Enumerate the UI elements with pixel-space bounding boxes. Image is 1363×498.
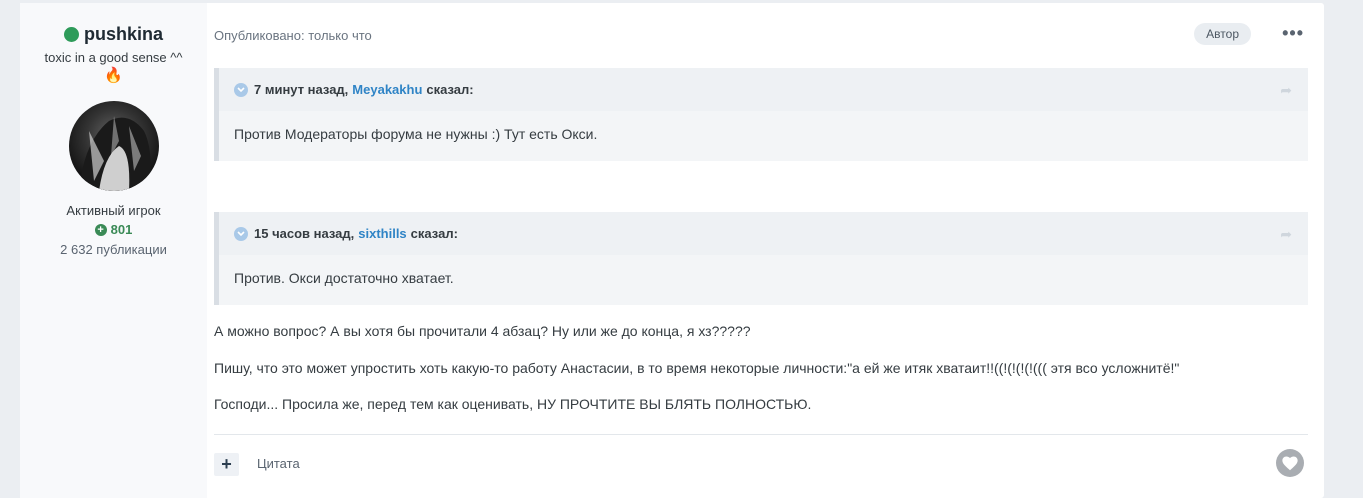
quote-text: Против. Окси достаточно хватает. bbox=[219, 255, 1308, 301]
quote-text: Против Модераторы форума не нужны :) Тут… bbox=[219, 111, 1308, 157]
author-panel: pushkina toxic in a good sense ^^ 🔥 Акти… bbox=[20, 3, 207, 498]
quote-time: 15 часов назад, bbox=[254, 226, 355, 241]
avatar[interactable] bbox=[68, 101, 159, 191]
multiquote-plus-button[interactable]: + bbox=[214, 453, 239, 476]
like-button[interactable] bbox=[1276, 449, 1304, 477]
post-count: 2 632 публикации bbox=[60, 242, 167, 257]
quote-block: 7 минут назад, Meyakakhu сказал: ➦ Проти… bbox=[214, 68, 1308, 161]
plus-circle-icon: + bbox=[94, 223, 107, 236]
quote-button[interactable]: Цитата bbox=[257, 456, 300, 471]
quote-user-link[interactable]: Meyakakhu bbox=[352, 82, 422, 97]
author-title: toxic in a good sense ^^ bbox=[44, 50, 183, 65]
post-content: Опубликовано: только что Автор ••• 7 мин… bbox=[213, 3, 1308, 498]
share-arrow-icon[interactable]: ➦ bbox=[1280, 226, 1292, 243]
online-status-icon bbox=[63, 26, 79, 42]
reputation-badge[interactable]: + 801 bbox=[20, 222, 207, 237]
quote-header: 15 часов назад, sixthills сказал: ➦ bbox=[219, 212, 1308, 255]
quote-user-link[interactable]: sixthills bbox=[358, 226, 406, 241]
more-options-button[interactable]: ••• bbox=[1282, 23, 1304, 43]
post-divider bbox=[214, 434, 1308, 435]
quote-said: сказал: bbox=[410, 226, 458, 241]
quote-time: 7 минут назад, bbox=[254, 82, 349, 97]
author-badge: Автор bbox=[1194, 23, 1251, 45]
chevron-down-icon[interactable] bbox=[234, 82, 248, 97]
heart-icon bbox=[1282, 456, 1298, 471]
chevron-down-icon[interactable] bbox=[234, 226, 248, 241]
post-paragraph: Господи... Просила же, перед тем как оце… bbox=[214, 396, 812, 412]
author-name-row: pushkina bbox=[20, 23, 207, 45]
forum-post: pushkina toxic in a good sense ^^ 🔥 Акти… bbox=[20, 3, 1324, 498]
post-meta: Опубликовано: только что bbox=[214, 28, 372, 43]
post-paragraph: А можно вопрос? А вы хотя бы прочитали 4… bbox=[214, 323, 751, 339]
share-arrow-icon[interactable]: ➦ bbox=[1280, 82, 1292, 99]
quote-block: 15 часов назад, sixthills сказал: ➦ Прот… bbox=[214, 212, 1308, 305]
post-paragraph: Пишу, что это может упростить хоть какую… bbox=[214, 360, 1180, 376]
fire-icon: 🔥 bbox=[104, 67, 123, 84]
avatar-image bbox=[78, 116, 151, 191]
reputation-value: 801 bbox=[110, 222, 133, 237]
author-name-link[interactable]: pushkina bbox=[84, 24, 163, 45]
quote-header: 7 минут назад, Meyakakhu сказал: ➦ bbox=[219, 68, 1308, 111]
quote-said: сказал: bbox=[426, 82, 474, 97]
author-rank: Активный игрок bbox=[66, 203, 161, 218]
